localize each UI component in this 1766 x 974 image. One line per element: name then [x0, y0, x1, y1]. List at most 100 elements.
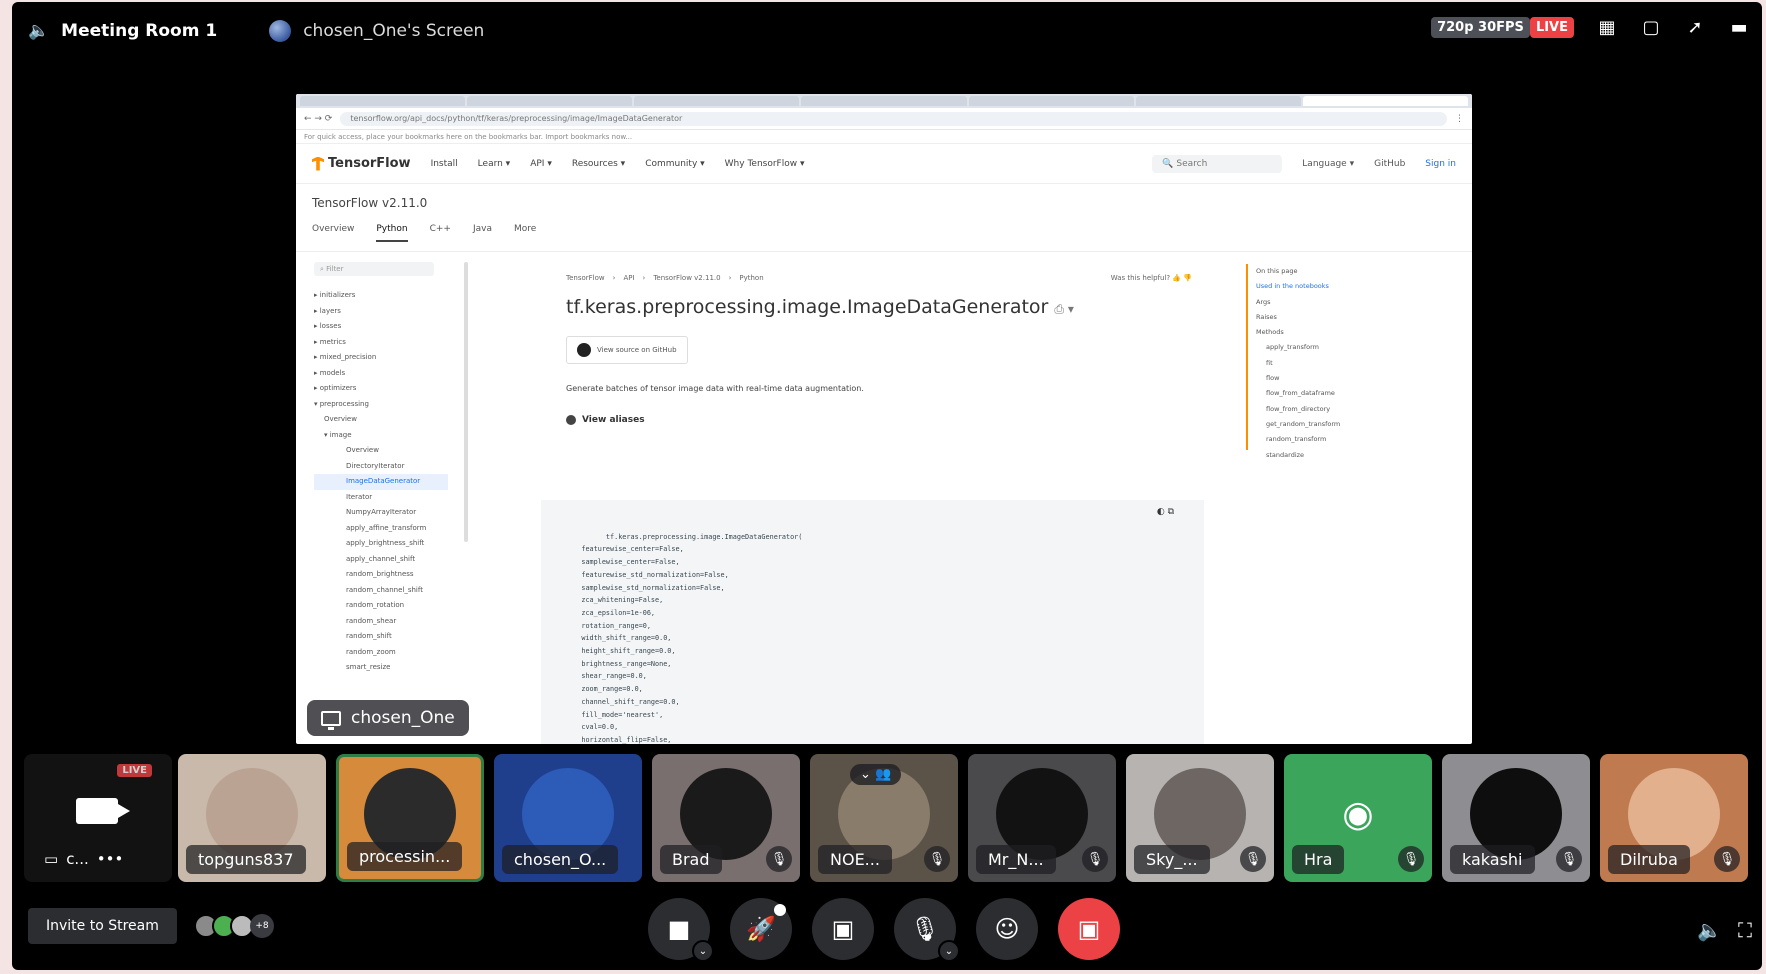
chat-icon[interactable]: ▬: [1728, 16, 1750, 38]
toc-item[interactable]: flow: [1246, 371, 1472, 386]
toc-item[interactable]: flow_from_directory: [1246, 402, 1472, 417]
browser-tab[interactable]: [467, 96, 633, 106]
browser-tab[interactable]: [1135, 96, 1301, 106]
sidebar-item[interactable]: random_shear: [314, 614, 456, 630]
subnav-tab[interactable]: C++: [430, 224, 451, 251]
sidebar-item[interactable]: random_channel_shift: [314, 583, 456, 599]
participant-tile[interactable]: kakashi 🎙: [1442, 754, 1590, 882]
breadcrumb-item[interactable]: API: [623, 274, 634, 282]
participant-tile[interactable]: Sky_... 🎙: [1126, 754, 1274, 882]
camera-options-chevron-icon[interactable]: ⌄: [692, 940, 714, 962]
sidebar-item[interactable]: ▸ layers: [314, 304, 456, 320]
mic-button[interactable]: 🎙 ⌄: [894, 898, 960, 962]
more-options-icon[interactable]: •••: [97, 850, 124, 868]
browser-tab[interactable]: [968, 96, 1134, 106]
sidebar-item[interactable]: ▾ preprocessing: [314, 397, 456, 413]
browser-tab-active[interactable]: [1302, 96, 1468, 106]
code-actions-icon[interactable]: ◐ ⧉: [1157, 506, 1174, 519]
breadcrumb-item[interactable]: TensorFlow v2.11.0: [653, 274, 720, 282]
github-link[interactable]: GitHub: [1374, 159, 1405, 169]
toc-item[interactable]: fit: [1246, 356, 1472, 371]
browser-tab[interactable]: [634, 96, 800, 106]
tf-logo[interactable]: TensorFlow: [312, 156, 411, 171]
language-select[interactable]: Language ▾: [1302, 159, 1354, 169]
subnav-tab[interactable]: More: [514, 224, 536, 251]
sidebar-item[interactable]: apply_brightness_shift: [314, 536, 456, 552]
filter-input[interactable]: ⌕ Filter: [314, 262, 434, 276]
sidebar-item[interactable]: ▸ mixed_precision: [314, 350, 456, 366]
tf-nav-item[interactable]: Community ▾: [645, 159, 704, 169]
subnav-tab[interactable]: Overview: [312, 224, 354, 251]
camera-button[interactable]: ■ ⌄: [648, 898, 714, 962]
participant-tile[interactable]: topguns837: [178, 754, 326, 882]
self-preview-tile[interactable]: LIVE ▭ c... •••: [24, 754, 172, 882]
breadcrumb-item[interactable]: Python: [739, 274, 763, 282]
participant-tile[interactable]: Brad 🎙: [652, 754, 800, 882]
participant-tile[interactable]: processin...: [336, 754, 484, 882]
invite-to-stream-button[interactable]: Invite to Stream: [28, 908, 177, 944]
participant-tile[interactable]: chosen_O...: [494, 754, 642, 882]
tf-nav-item[interactable]: Learn ▾: [478, 159, 511, 169]
sidebar-item[interactable]: ▸ initializers: [314, 288, 456, 304]
sidebar-item[interactable]: random_shift: [314, 629, 456, 645]
soundboard-button[interactable]: ☺: [976, 898, 1038, 960]
subnav-tab[interactable]: Java: [473, 224, 492, 251]
sidebar-item[interactable]: apply_affine_transform: [314, 521, 456, 537]
mic-options-chevron-icon[interactable]: ⌄: [938, 940, 960, 962]
signin-link[interactable]: Sign in: [1425, 159, 1456, 169]
breadcrumb-item[interactable]: TensorFlow: [566, 274, 605, 282]
sidebar-item[interactable]: Iterator: [314, 490, 456, 506]
sidebar-item[interactable]: random_zoom: [314, 645, 456, 661]
fullscreen-icon[interactable]: ⛶: [1738, 918, 1752, 942]
view-source-button[interactable]: View source on GitHub: [566, 336, 688, 364]
tf-nav-item[interactable]: API ▾: [530, 159, 552, 169]
toc-item[interactable]: standardize: [1246, 448, 1472, 463]
tf-nav-item[interactable]: Resources ▾: [572, 159, 625, 169]
browser-actions-icon[interactable]: ⋮: [1455, 114, 1464, 124]
browser-tab[interactable]: [300, 96, 466, 106]
sidebar-item[interactable]: random_rotation: [314, 598, 456, 614]
sidebar-item[interactable]: ▸ models: [314, 366, 456, 382]
toc-item[interactable]: get_random_transform: [1246, 417, 1472, 432]
browser-tab[interactable]: [801, 96, 967, 106]
view-aliases-toggle[interactable]: View aliases: [566, 415, 1204, 425]
sidebar-item[interactable]: DirectoryIterator: [314, 459, 456, 475]
toc-item[interactable]: Methods: [1246, 325, 1472, 340]
participant-tile[interactable]: ◉ Hra 🎙: [1284, 754, 1432, 882]
url-bar[interactable]: tensorflow.org/api_docs/python/tf/keras/…: [340, 111, 1447, 126]
participant-tile[interactable]: Mr_N... 🎙: [968, 754, 1116, 882]
sidebar-item[interactable]: ImageDataGenerator: [314, 474, 448, 490]
toc-item[interactable]: flow_from_dataframe: [1246, 386, 1472, 401]
viewer-list[interactable]: +8: [194, 914, 274, 938]
popout-icon[interactable]: ▢: [1640, 16, 1662, 38]
sidebar-item[interactable]: smart_resize: [314, 660, 456, 676]
share-screen-button[interactable]: ▣: [812, 898, 874, 960]
volume-icon[interactable]: 🔈: [1697, 918, 1722, 942]
sidebar-item[interactable]: ▸ metrics: [314, 335, 456, 351]
toc-item[interactable]: random_transform: [1246, 432, 1472, 447]
sidebar-item[interactable]: ▾ image: [314, 428, 456, 444]
activities-button[interactable]: 🚀: [730, 898, 792, 960]
sidebar-item[interactable]: ▸ optimizers: [314, 381, 456, 397]
subnav-tab-active[interactable]: Python: [376, 224, 408, 242]
toc-item[interactable]: Args: [1246, 295, 1472, 310]
bookmark-icon[interactable]: ⎙ ▾: [1054, 302, 1073, 316]
sidebar-item[interactable]: apply_channel_shift: [314, 552, 456, 568]
sidebar-item[interactable]: Overview: [314, 443, 456, 459]
group-toggle-icon[interactable]: ⌄ 👥: [850, 764, 902, 785]
toc-item[interactable]: Raises: [1246, 310, 1472, 325]
sidebar-item[interactable]: Overview: [314, 412, 456, 428]
tf-search-input[interactable]: 🔍 Search: [1152, 154, 1283, 173]
tf-nav-item[interactable]: Install: [431, 159, 458, 169]
sidebar-item[interactable]: ▸ losses: [314, 319, 456, 335]
toc-item[interactable]: apply_transform: [1246, 340, 1472, 355]
toc-item[interactable]: Used in the notebooks: [1246, 279, 1472, 294]
sidebar-item[interactable]: random_brightness: [314, 567, 456, 583]
participant-tile[interactable]: Dilruba 🎙: [1600, 754, 1748, 882]
tf-nav-item[interactable]: Why TensorFlow ▾: [725, 159, 805, 169]
sidebar-item[interactable]: NumpyArrayIterator: [314, 505, 456, 521]
nav-arrows-icon[interactable]: ← → ⟳: [304, 114, 332, 124]
grid-layout-icon[interactable]: ▦: [1596, 16, 1618, 38]
participant-tile[interactable]: NOE... 🎙 ⌄ 👥: [810, 754, 958, 882]
stop-stream-button[interactable]: ▣: [1058, 898, 1120, 960]
